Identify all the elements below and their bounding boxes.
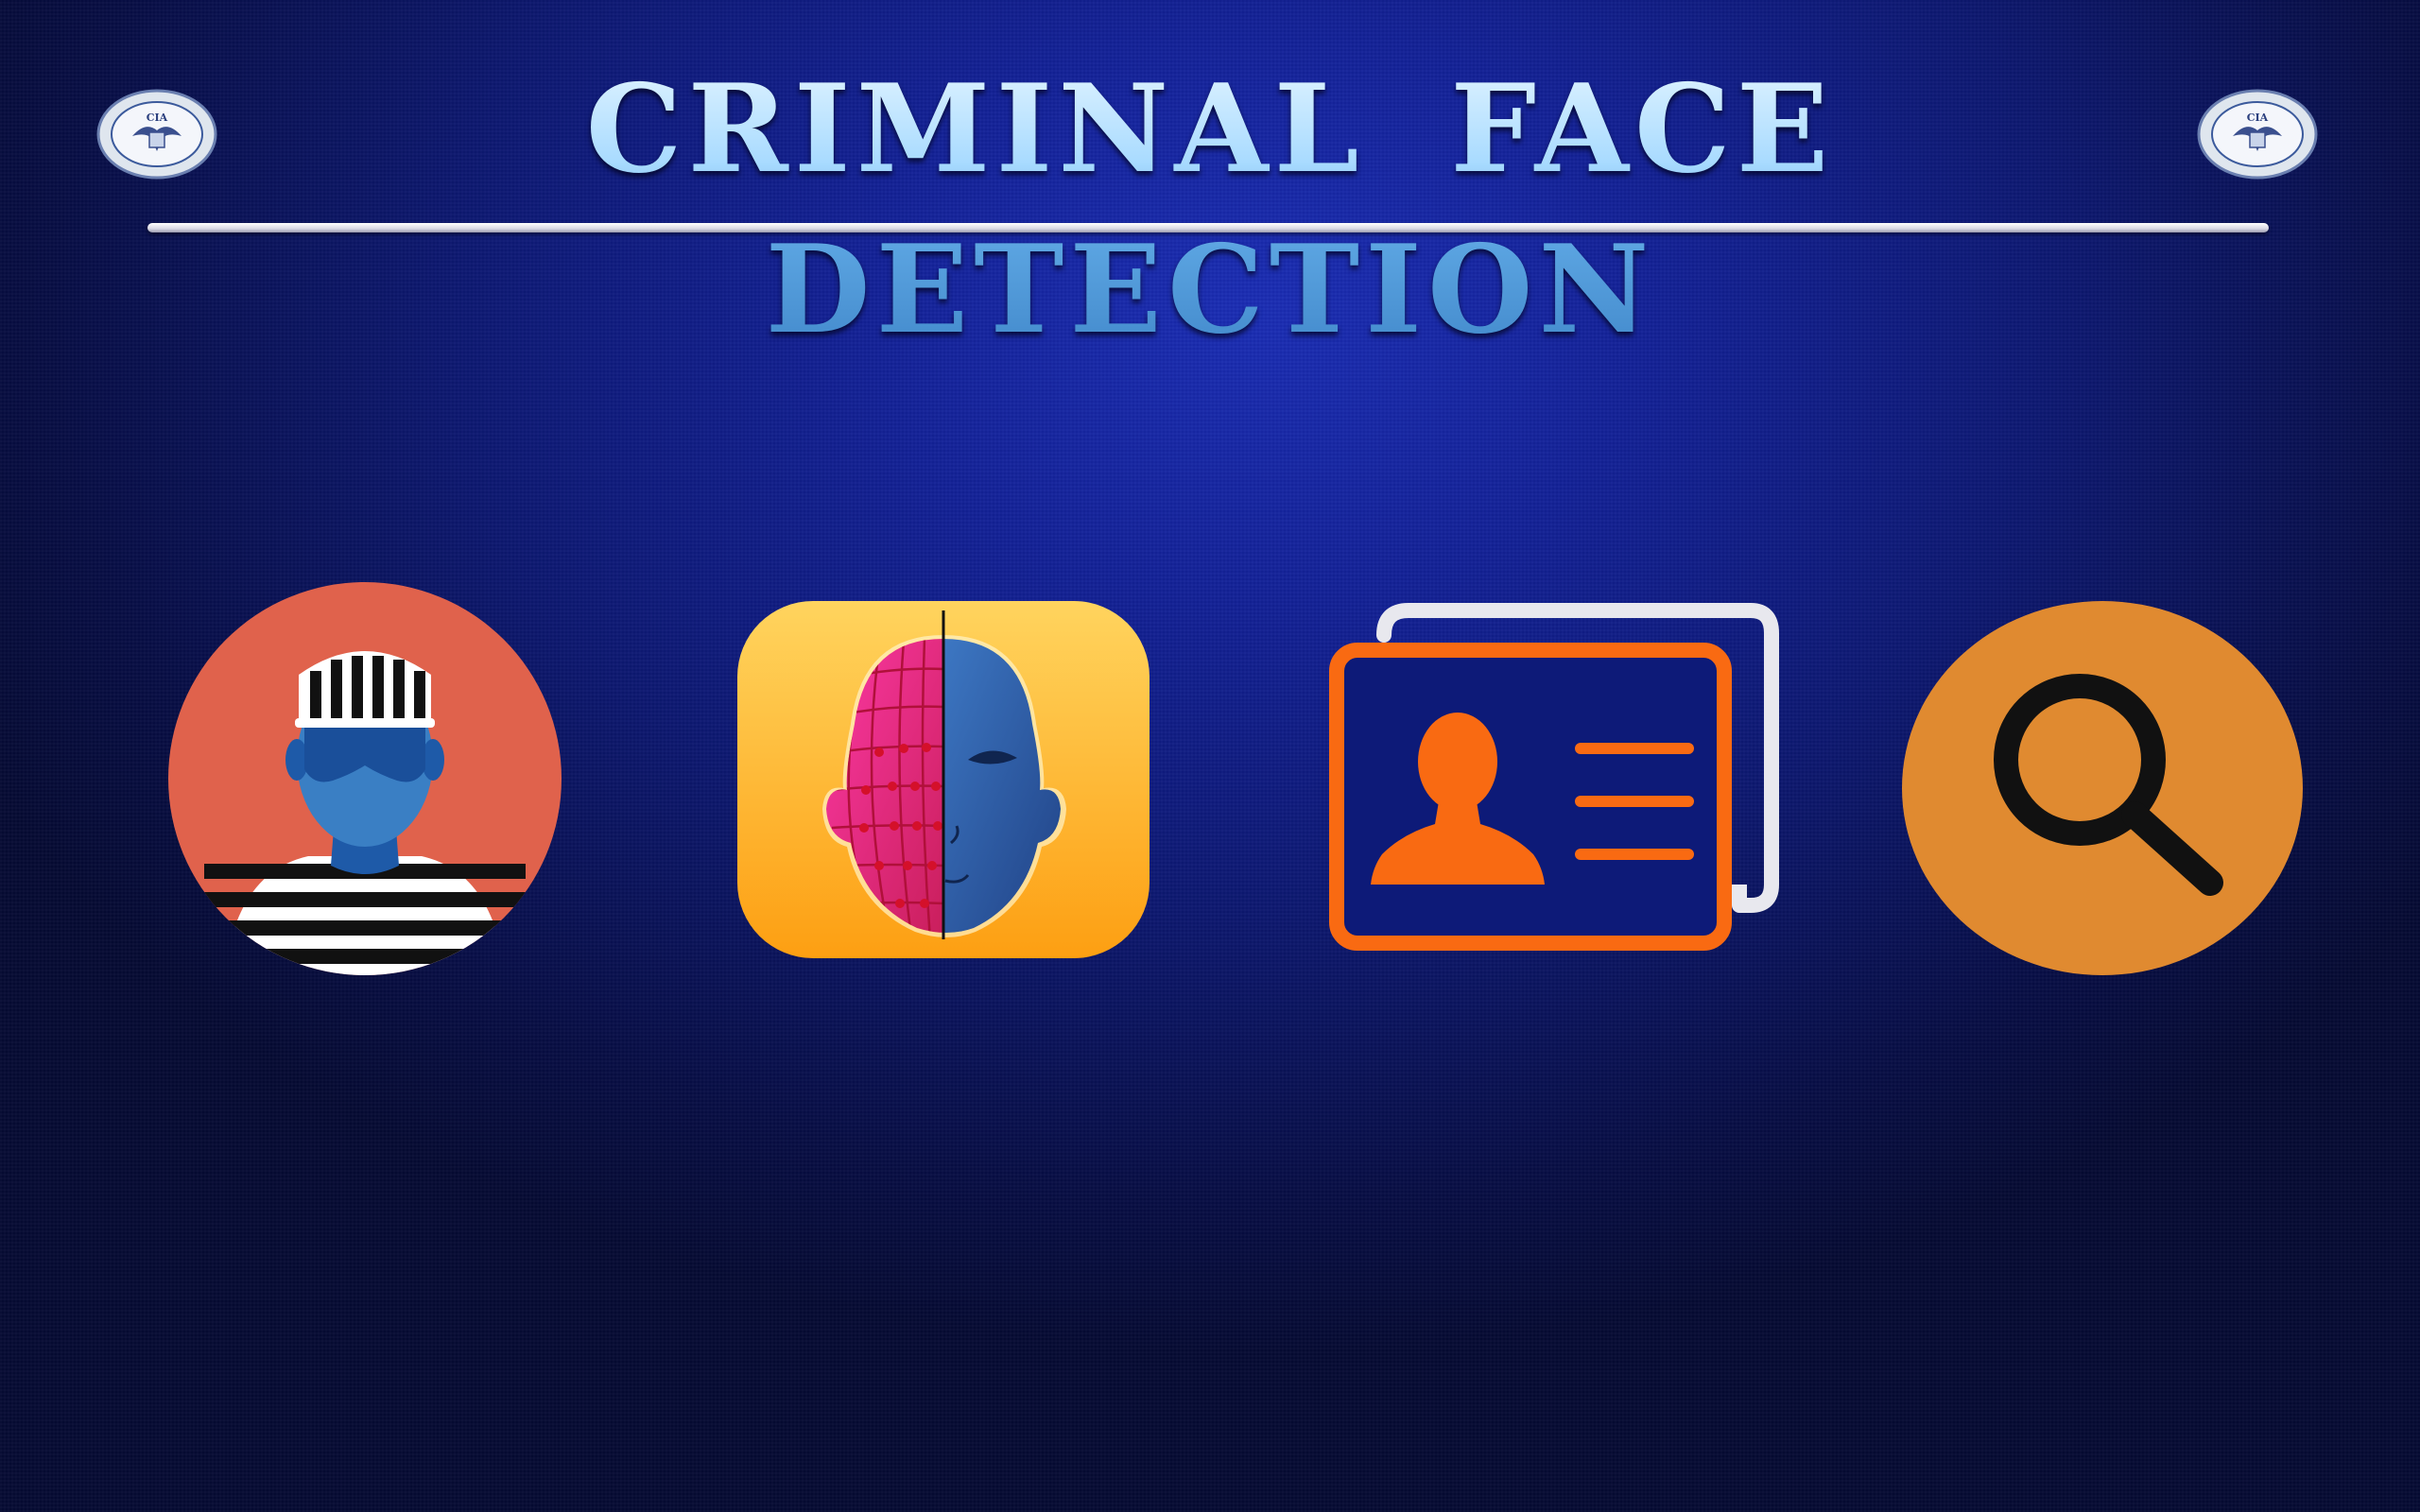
face-scan-icon	[737, 601, 1150, 958]
cia-seal-right-icon: CIA	[2197, 89, 2318, 180]
search-button[interactable]	[1900, 599, 2307, 977]
svg-text:CIA: CIA	[147, 112, 168, 124]
criminal-icon	[168, 582, 562, 975]
page-title: CRIMINAL FACE DETECTION	[170, 49, 2250, 370]
id-card-button[interactable]	[1323, 601, 1779, 956]
search-icon	[1902, 601, 2303, 975]
svg-text:CIA: CIA	[2247, 112, 2269, 124]
face-recognition-button[interactable]	[737, 601, 1150, 958]
id-card-icon	[1329, 603, 1779, 951]
criminal-database-button[interactable]	[166, 580, 563, 977]
title-divider	[147, 223, 2269, 232]
